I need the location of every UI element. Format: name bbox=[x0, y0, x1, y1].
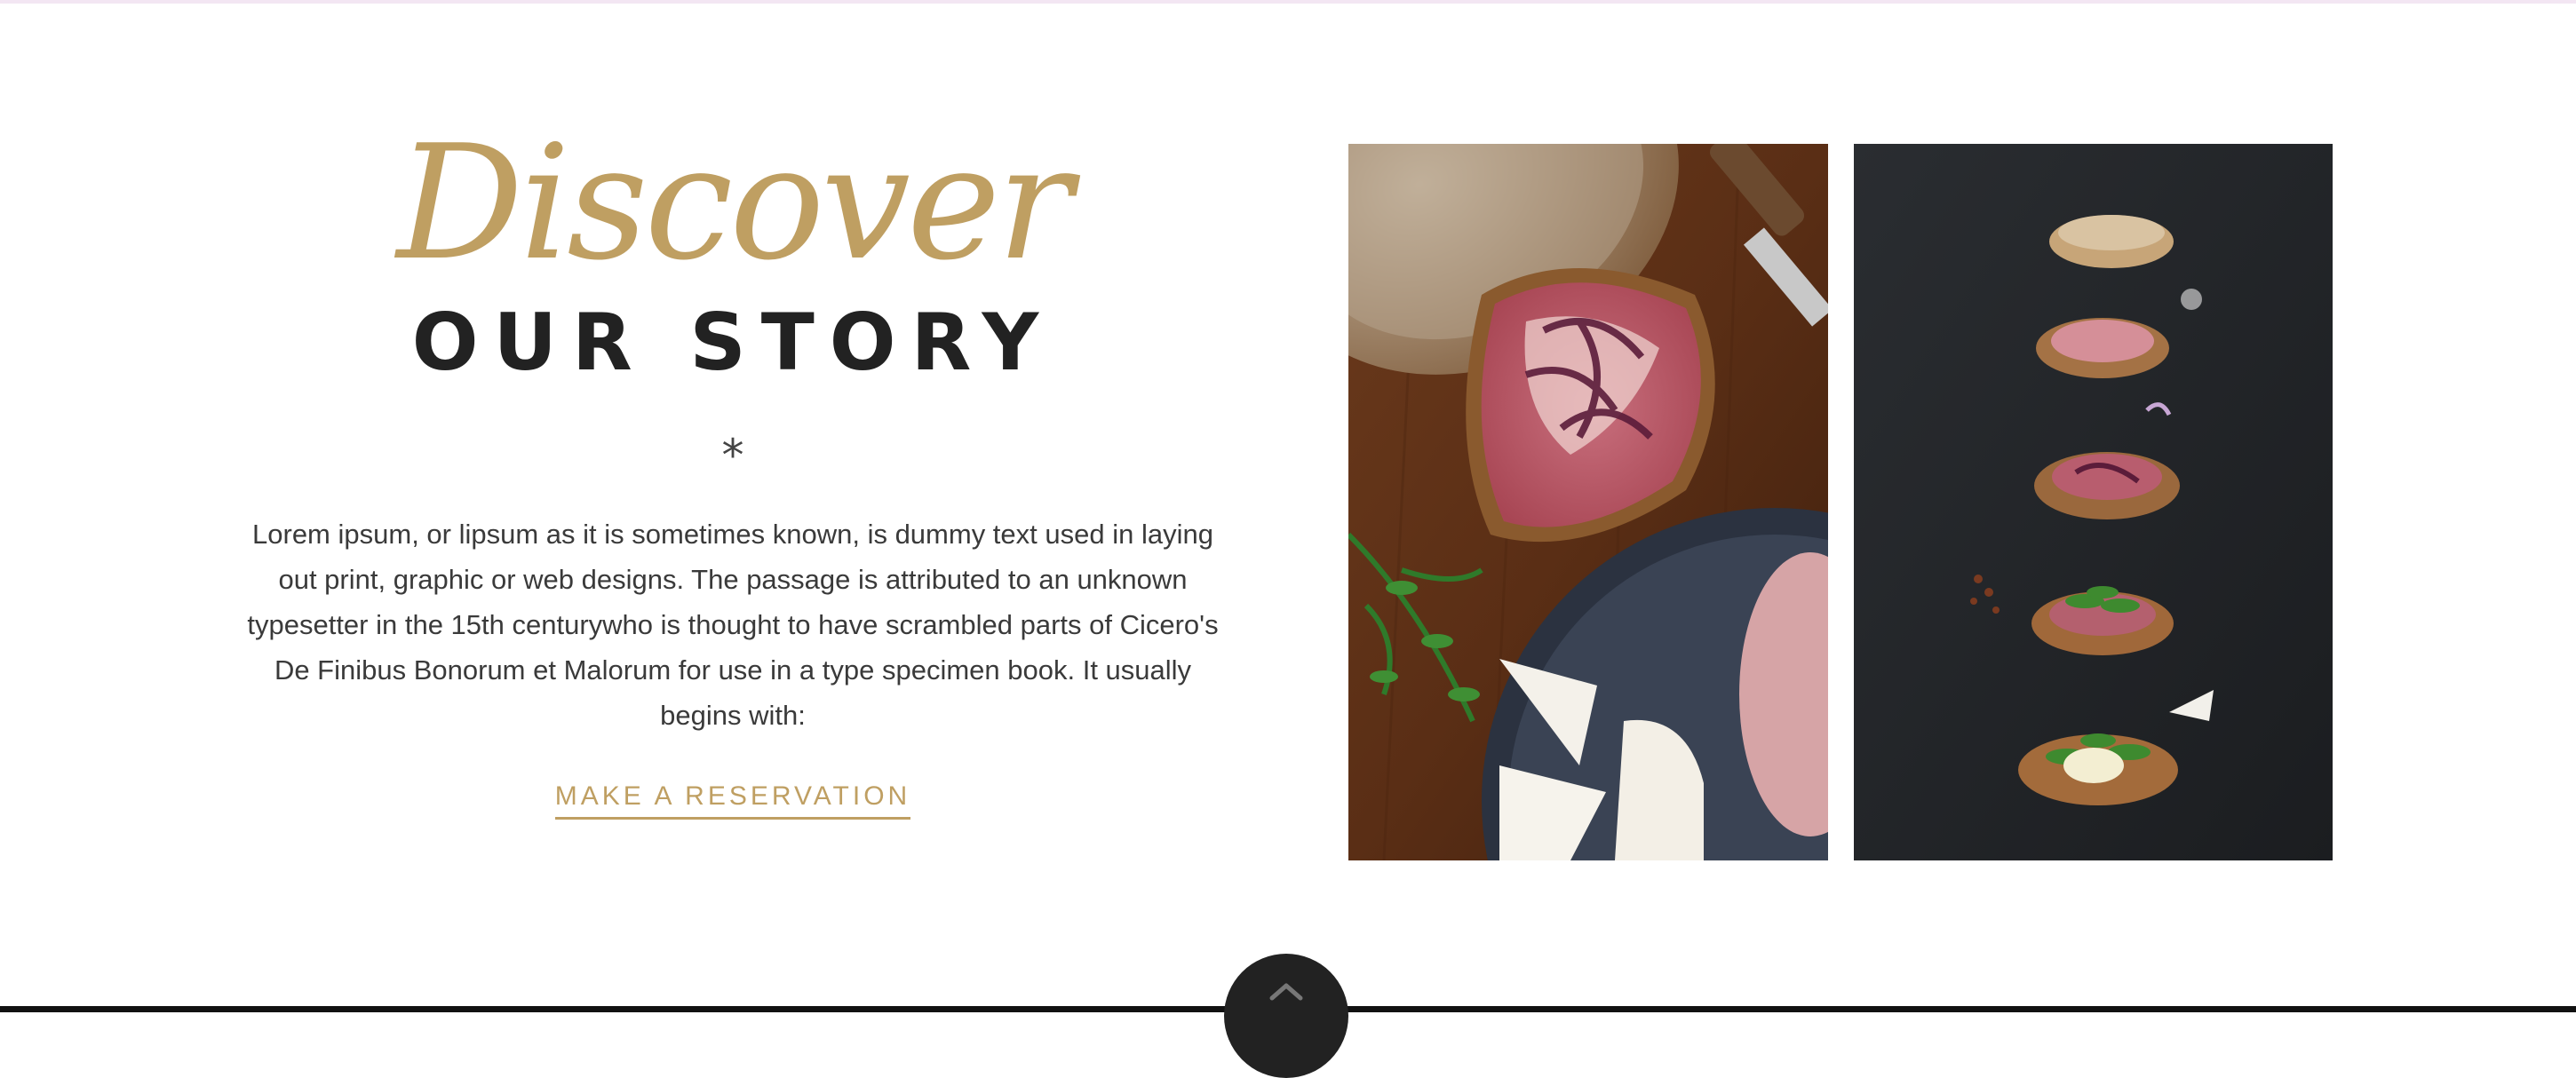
top-border bbox=[0, 0, 2576, 4]
reservation-link-wrap: MAKE A RESERVATION bbox=[213, 781, 1252, 820]
section-title: OUR STORY bbox=[411, 297, 1054, 388]
asterisk-divider: * bbox=[721, 430, 744, 481]
food-photo-board bbox=[1348, 144, 1828, 860]
make-reservation-link[interactable]: MAKE A RESERVATION bbox=[554, 781, 911, 820]
food-photo-slate bbox=[1854, 144, 2333, 860]
script-title: Discover bbox=[396, 111, 1073, 295]
story-description: Lorem ipsum, or lipsum as it is sometime… bbox=[247, 519, 1219, 731]
scroll-to-top-button[interactable] bbox=[1224, 954, 1348, 1078]
chevron-up-icon bbox=[1269, 983, 1303, 1001]
